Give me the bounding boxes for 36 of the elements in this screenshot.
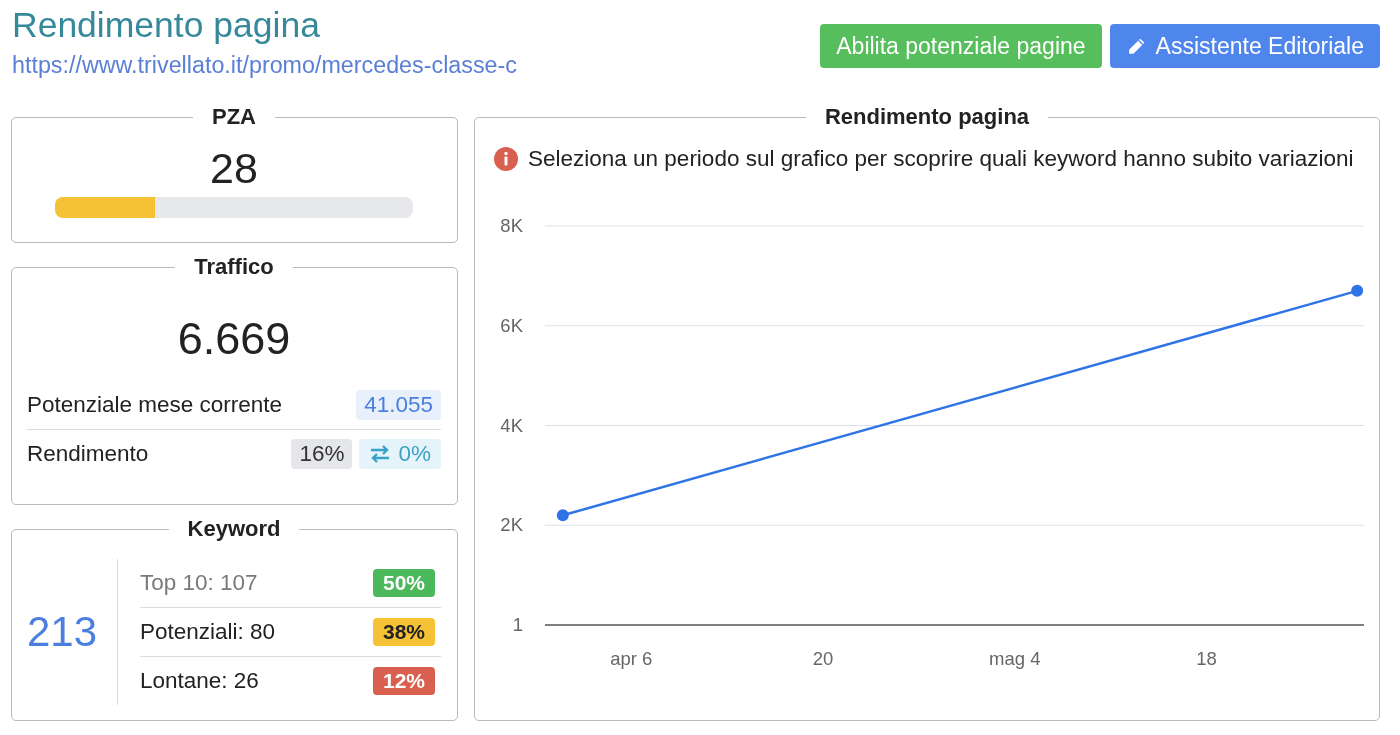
y-axis-label: 4K [500,414,523,436]
panel-title: Keyword [186,518,282,540]
y-axis-label: 6K [500,314,523,336]
percent-badge: 38% [372,618,435,646]
panel-title: Traffico [193,256,275,278]
assistant-button[interactable]: Assistente Editoriale [1109,24,1380,68]
percent-badge: 50% [372,569,435,597]
keyword-total: 213 [27,608,98,656]
info-icon [494,147,518,171]
enable-button[interactable]: Abilita potenziale pagine [820,24,1102,68]
keyword-label: Lontane: 26 [140,668,259,694]
y-axis-label: 8K [500,215,523,236]
percent-text: 0% [398,441,431,467]
x-axis-label: apr 6 [610,648,653,669]
value-badge: 16% [291,439,353,469]
page-title: Rendimento pagina [11,4,321,46]
x-axis-label: 20 [812,648,834,669]
data-point [1351,284,1364,297]
panel-title: PZA [211,106,257,128]
swap-arrows-icon [369,445,392,463]
percent-badge: 12% [372,667,435,695]
x-axis-label: mag 4 [989,648,1041,669]
keyword-label: Potenziali: 80 [140,619,276,645]
metric-label: Potenziale mese corrente [27,392,283,418]
traffic-value: 6.669 [176,313,292,365]
score-value: 28 [209,144,259,192]
notice-text: Seleziona un periodo sul grafico per scoprire quali keyword hanno subito variazioni [528,146,1354,172]
x-axis-label: 18 [1196,648,1217,669]
data-point [556,509,569,522]
value-badge: 41.055 [356,390,441,420]
metric-label: Rendimento [27,441,149,467]
panel-title: Rendimento pagina [823,106,1031,128]
page-url-link[interactable]: https://www.trivellato.it/promo/mercedes-classe-c [11,52,517,78]
keyword-label: Top 10: 107 [140,570,258,596]
y-axis-label: 2K [500,514,523,536]
y-axis-label: 1 [512,614,523,635]
